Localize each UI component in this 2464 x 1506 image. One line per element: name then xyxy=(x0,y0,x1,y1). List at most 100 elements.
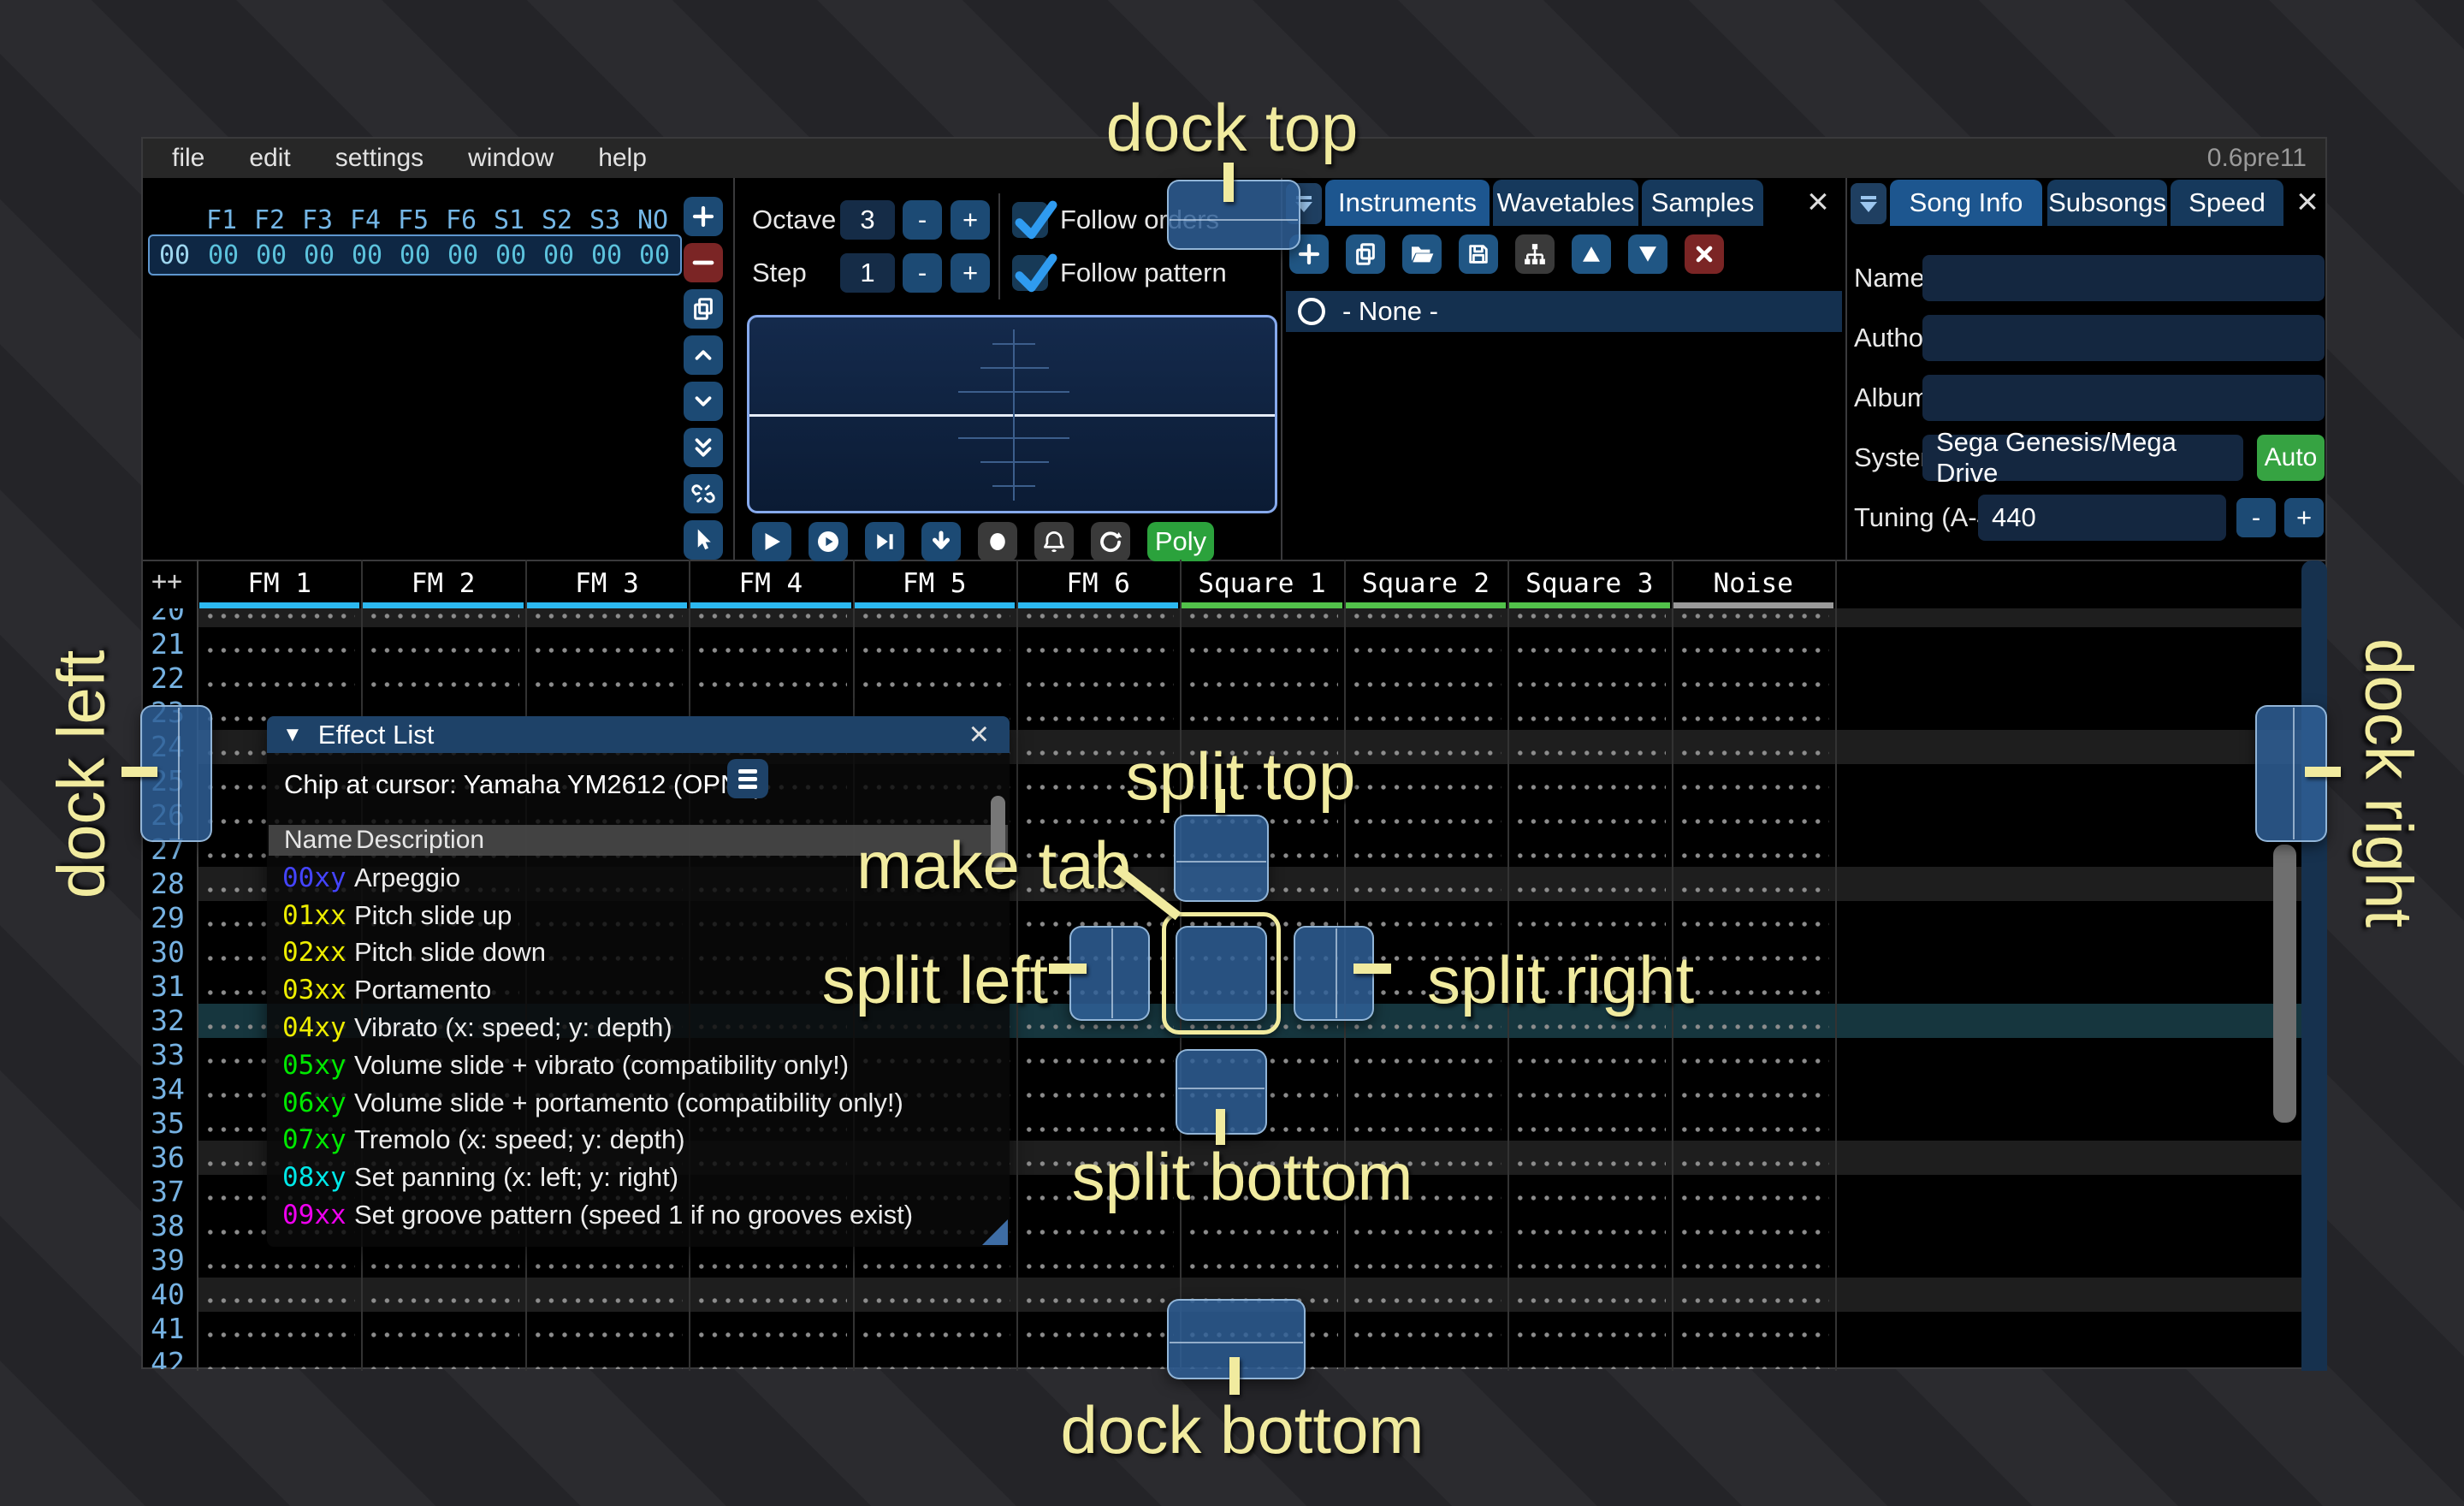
channel-header[interactable]: FM 1 xyxy=(198,560,361,602)
pattern-cell[interactable] xyxy=(1507,1072,1671,1106)
channel-header[interactable]: Square 3 xyxy=(1507,560,1671,602)
pattern-cell[interactable] xyxy=(361,1278,524,1312)
pattern-cell[interactable] xyxy=(1507,867,1671,901)
pattern-cell[interactable] xyxy=(525,1312,689,1346)
pattern-cell[interactable] xyxy=(689,1346,852,1369)
pattern-row[interactable] xyxy=(198,608,2301,627)
pattern-cell[interactable] xyxy=(1672,764,1835,798)
step-down-button[interactable] xyxy=(921,522,961,561)
pattern-cell[interactable] xyxy=(1344,608,1507,627)
pattern-cell[interactable] xyxy=(1344,764,1507,798)
pattern-cell[interactable] xyxy=(198,1312,361,1346)
pattern-cell[interactable] xyxy=(1672,1312,1835,1346)
order-add-button[interactable] xyxy=(684,197,723,236)
effect-list-menu-button[interactable] xyxy=(727,759,768,798)
pattern-cell[interactable] xyxy=(1016,1346,1180,1369)
repeat-button[interactable] xyxy=(1091,522,1130,561)
pattern-cell[interactable] xyxy=(1672,1141,1835,1175)
pattern-cell[interactable] xyxy=(1672,798,1835,833)
close-song-info-panel-button[interactable]: × xyxy=(2289,183,2326,221)
instrument-save-button[interactable] xyxy=(1459,234,1498,274)
pattern-cell[interactable] xyxy=(1180,608,1343,627)
pattern-cell[interactable] xyxy=(525,1243,689,1278)
pattern-cell[interactable] xyxy=(361,608,524,627)
channel-header[interactable]: Noise xyxy=(1672,560,1835,602)
pattern-cell[interactable] xyxy=(1180,661,1343,696)
pattern-cell[interactable] xyxy=(361,1346,524,1369)
pattern-cell[interactable] xyxy=(689,1278,852,1312)
pattern-cell[interactable] xyxy=(1672,1038,1835,1072)
pattern-cell[interactable] xyxy=(1672,696,1835,730)
pattern-cell[interactable] xyxy=(1016,1243,1180,1278)
pattern-cell[interactable] xyxy=(198,1278,361,1312)
order-value[interactable]: 00 xyxy=(631,240,678,270)
pattern-cell[interactable] xyxy=(525,1278,689,1312)
pattern-cell[interactable] xyxy=(1344,1243,1507,1278)
system-select[interactable]: Sega Genesis/Mega Drive xyxy=(1922,435,2243,481)
menu-item[interactable]: edit xyxy=(249,144,290,173)
pattern-cell[interactable] xyxy=(525,627,689,661)
pattern-expand-button[interactable]: ++ xyxy=(151,566,182,596)
effect-row[interactable]: 09xx Set groove pattern (speed 1 if no g… xyxy=(267,1196,1008,1234)
instrument-move-down-button[interactable] xyxy=(1628,234,1667,274)
order-value[interactable]: 00 xyxy=(487,240,535,270)
pattern-cell[interactable] xyxy=(1344,627,1507,661)
channel-header[interactable]: FM 3 xyxy=(525,560,689,602)
pattern-cell[interactable] xyxy=(525,1346,689,1369)
pattern-cell[interactable] xyxy=(1507,1141,1671,1175)
pattern-cell[interactable] xyxy=(1344,798,1507,833)
pattern-cell[interactable] xyxy=(1507,1209,1671,1243)
pattern-cell[interactable] xyxy=(1672,1346,1835,1369)
pattern-cell[interactable] xyxy=(1507,1175,1671,1209)
tab-speed[interactable]: Speed xyxy=(2171,180,2283,226)
orders-row-selected[interactable]: 00 00000000000000000000 xyxy=(148,234,682,276)
close-effect-list-button[interactable]: × xyxy=(964,714,994,755)
collapse-triangle-icon[interactable]: ▼ xyxy=(282,723,303,747)
pattern-cell[interactable] xyxy=(1344,1346,1507,1369)
pattern-cell[interactable] xyxy=(1180,627,1343,661)
pattern-scrollbar-track[interactable] xyxy=(2301,560,2327,1371)
play-button[interactable] xyxy=(752,522,791,561)
pattern-cell[interactable] xyxy=(689,661,852,696)
play-from-cursor-button[interactable] xyxy=(865,522,904,561)
pattern-cell[interactable] xyxy=(1016,1038,1180,1072)
menu-item[interactable]: window xyxy=(468,144,554,173)
pattern-cell[interactable] xyxy=(198,627,361,661)
menu-item[interactable]: file xyxy=(172,144,204,173)
effect-row[interactable]: 06xy Volume slide + portamento (compatib… xyxy=(267,1084,1008,1122)
effect-list-resize-grip[interactable] xyxy=(982,1219,1008,1245)
order-value[interactable]: 00 xyxy=(439,240,487,270)
menu-item[interactable]: settings xyxy=(335,144,424,173)
pattern-cell[interactable] xyxy=(1507,833,1671,867)
pattern-cell[interactable] xyxy=(1344,1038,1507,1072)
order-remove-button[interactable] xyxy=(684,243,723,282)
close-instruments-panel-button[interactable]: × xyxy=(1799,183,1837,221)
pattern-cell[interactable] xyxy=(1344,1278,1507,1312)
order-move-to-bottom-button[interactable] xyxy=(684,428,723,467)
pattern-cell[interactable] xyxy=(1672,901,1835,935)
pattern-cell[interactable] xyxy=(1672,833,1835,867)
pattern-cell[interactable] xyxy=(1344,1312,1507,1346)
pattern-cell[interactable] xyxy=(1016,1278,1180,1312)
tab-instruments[interactable]: Instruments xyxy=(1325,180,1490,226)
octave-plus-button[interactable]: + xyxy=(951,200,990,240)
octave-minus-button[interactable]: - xyxy=(903,200,942,240)
pattern-cell[interactable] xyxy=(1344,1106,1507,1141)
pattern-scrollbar-thumb[interactable] xyxy=(2273,845,2296,1123)
pattern-cell[interactable] xyxy=(1507,661,1671,696)
instrument-delete-button[interactable] xyxy=(1685,234,1724,274)
pattern-cell[interactable] xyxy=(1672,1175,1835,1209)
pattern-cell[interactable] xyxy=(1507,1346,1671,1369)
effect-row[interactable]: 08xy Set panning (x: left; y: right) xyxy=(267,1159,1008,1196)
collapse-tabs-button[interactable] xyxy=(1851,183,1886,224)
pattern-cell[interactable] xyxy=(853,627,1016,661)
pattern-cell[interactable] xyxy=(853,1346,1016,1369)
pattern-cell[interactable] xyxy=(853,608,1016,627)
channel-header[interactable]: Square 2 xyxy=(1344,560,1507,602)
order-value[interactable]: 00 xyxy=(295,240,343,270)
pattern-cell[interactable] xyxy=(1672,1243,1835,1278)
pattern-cell[interactable] xyxy=(853,1312,1016,1346)
pattern-cell[interactable] xyxy=(1672,867,1835,901)
pattern-cell[interactable] xyxy=(689,1243,852,1278)
effect-list-titlebar[interactable]: ▼ Effect List × xyxy=(267,716,1010,753)
